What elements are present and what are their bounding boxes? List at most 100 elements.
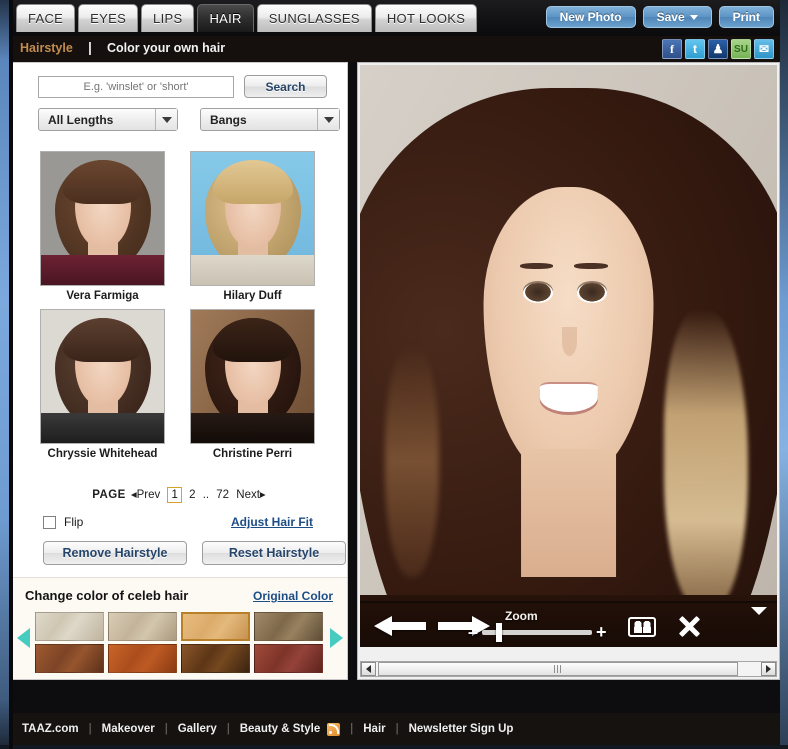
search-input[interactable] <box>38 75 234 98</box>
reset-hairstyle-label: Reset Hairstyle <box>228 546 320 560</box>
save-button[interactable]: Save <box>642 6 712 28</box>
scroll-left-button[interactable] <box>361 662 376 676</box>
thumb-body <box>191 413 314 443</box>
pagination-page-1[interactable]: 1 <box>167 487 182 503</box>
close-icon[interactable] <box>676 613 702 639</box>
thumb-body <box>191 255 314 285</box>
twitter-icon[interactable]: t <box>685 39 705 59</box>
search-button-label: Search <box>265 79 306 94</box>
pagination-prev[interactable]: ◂Prev <box>131 489 160 501</box>
tab-face[interactable]: FACE <box>16 4 76 32</box>
original-color-link[interactable]: Original Color <box>253 589 333 603</box>
photo-eye-left <box>522 283 553 304</box>
scrollbar-track[interactable] <box>376 662 761 676</box>
tab-sunglasses-label: SUNGLASSES <box>268 11 360 26</box>
tab-hot-looks[interactable]: HOT LOOKS <box>374 4 478 32</box>
page-body: Search All Lengths Bangs <box>12 62 780 717</box>
bangs-filter-select[interactable]: Bangs <box>200 108 340 131</box>
tab-face-label: FACE <box>28 11 64 26</box>
next-colors-arrow[interactable] <box>330 628 343 648</box>
tab-eyes-label: EYES <box>90 11 127 26</box>
color-swatch[interactable] <box>108 612 177 641</box>
remove-hairstyle-button[interactable]: Remove Hairstyle <box>43 541 187 565</box>
flip-checkbox[interactable] <box>43 515 56 529</box>
top-tab-bar: FACE EYES LIPS HAIR SUNGLASSES HOT LOOKS… <box>0 0 788 36</box>
thumbnail-cell: Hilary Duff <box>190 151 315 302</box>
hairstyle-browser-panel: Search All Lengths Bangs <box>12 62 348 680</box>
tab-hair-label: HAIR <box>209 11 242 26</box>
zoom-out-button[interactable]: – <box>468 623 478 641</box>
breadcrumb-separator: | <box>88 39 92 55</box>
thumbnail-label[interactable]: Vera Farmiga <box>40 286 165 302</box>
search-button[interactable]: Search <box>244 75 327 98</box>
color-swatch[interactable] <box>35 644 104 673</box>
scroll-right-button[interactable] <box>761 662 776 676</box>
footer-separator: | <box>226 723 230 735</box>
scrollbar-grip <box>553 665 563 673</box>
footer-separator: | <box>395 723 399 735</box>
hairstyle-thumbnail[interactable] <box>190 309 315 444</box>
makeover-photo[interactable] <box>360 65 777 647</box>
photo-hair-highlight <box>664 309 748 613</box>
facebook-glyph: f <box>670 41 674 56</box>
photo-eyebrow-left <box>520 262 554 270</box>
color-swatch[interactable] <box>254 612 323 641</box>
arrow-right-icon <box>766 665 771 673</box>
pagination-last-page[interactable]: 72 <box>216 489 229 501</box>
zoom-slider-handle[interactable] <box>496 623 502 642</box>
facebook-icon[interactable]: f <box>662 39 682 59</box>
thumbnail-cell: Vera Farmiga <box>40 151 165 302</box>
photo-horizontal-scrollbar[interactable] <box>360 661 777 677</box>
twitter-glyph: t <box>693 42 697 56</box>
print-button[interactable]: Print <box>718 6 774 28</box>
myspace-icon[interactable]: ♟ <box>708 39 728 59</box>
tab-hair[interactable]: HAIR <box>197 4 254 32</box>
pagination-next[interactable]: Next▸ <box>236 489 265 501</box>
flip-row: Flip <box>43 515 83 529</box>
thumb-body <box>41 255 164 285</box>
reset-hairstyle-button[interactable]: Reset Hairstyle <box>202 541 346 565</box>
scrollbar-thumb[interactable] <box>378 662 738 676</box>
thumbnail-row: Vera Farmiga Hilary Duff <box>40 151 330 302</box>
footer-link-hair[interactable]: Hair <box>363 723 385 735</box>
thumbnail-label[interactable]: Chryssie Whitehead <box>40 444 165 460</box>
thumbnail-label[interactable]: Hilary Duff <box>190 286 315 302</box>
color-swatches <box>35 612 325 676</box>
length-filter-select[interactable]: All Lengths <box>38 108 178 131</box>
breadcrumb-hairstyle[interactable]: Hairstyle <box>20 41 73 55</box>
pagination-label: PAGE <box>92 489 126 501</box>
color-swatch-selected[interactable] <box>181 612 250 641</box>
tab-lips-label: LIPS <box>153 11 183 26</box>
tab-sunglasses[interactable]: SUNGLASSES <box>256 4 372 32</box>
pagination-page-2[interactable]: 2 <box>189 489 195 501</box>
chevron-down-icon <box>155 109 177 130</box>
hairstyle-thumbnail[interactable] <box>40 151 165 286</box>
tab-eyes[interactable]: EYES <box>78 4 139 32</box>
stumbleupon-icon[interactable]: SU <box>731 39 751 59</box>
color-swatch[interactable] <box>108 644 177 673</box>
photo-hair-highlight-secondary <box>385 344 440 578</box>
back-arrow-icon[interactable] <box>374 615 426 637</box>
color-swatch[interactable] <box>254 644 323 673</box>
rss-icon[interactable] <box>327 722 341 736</box>
color-swatch[interactable] <box>181 644 250 673</box>
hairstyle-thumbnail[interactable] <box>40 309 165 444</box>
page-title: Color your own hair <box>107 41 226 55</box>
adjust-hair-fit-link[interactable]: Adjust Hair Fit <box>231 515 313 529</box>
chevron-down-icon[interactable] <box>751 607 767 615</box>
flip-label: Flip <box>64 515 84 529</box>
footer-link-makeover[interactable]: Makeover <box>102 723 155 735</box>
thumbnail-label[interactable]: Christine Perri <box>190 444 315 460</box>
hairstyle-thumbnail[interactable] <box>190 151 315 286</box>
new-photo-button[interactable]: New Photo <box>545 6 636 28</box>
prev-colors-arrow[interactable] <box>17 628 30 648</box>
footer-link-newsletter[interactable]: Newsletter Sign Up <box>409 723 514 735</box>
zoom-in-button[interactable]: + <box>596 623 607 641</box>
tab-lips[interactable]: LIPS <box>141 4 195 32</box>
compare-faces-icon[interactable] <box>628 617 656 637</box>
footer-link-taaz[interactable]: TAAZ.com <box>22 723 79 735</box>
email-icon[interactable]: ✉ <box>754 39 774 59</box>
footer-link-gallery[interactable]: Gallery <box>178 723 217 735</box>
color-swatch[interactable] <box>35 612 104 641</box>
footer-link-beauty-style[interactable]: Beauty & Style <box>240 723 321 735</box>
